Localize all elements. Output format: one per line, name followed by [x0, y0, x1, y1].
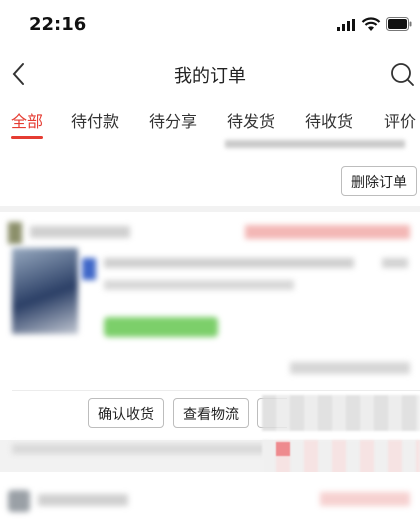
shop-name-blurred[interactable]: [38, 494, 128, 506]
tab-pending-payment[interactable]: 待付款: [71, 108, 119, 132]
product-badge: [82, 258, 96, 280]
chevron-left-icon[interactable]: [10, 62, 28, 86]
product-price-blurred: [382, 258, 408, 268]
active-tab-indicator: [11, 136, 43, 139]
tab-review[interactable]: 评价: [384, 108, 416, 132]
shop-avatar: [8, 222, 22, 244]
search-icon[interactable]: [390, 62, 414, 86]
order-summary-blurred: [225, 140, 405, 148]
shop-avatar: [8, 490, 30, 512]
wifi-icon: [361, 17, 381, 31]
product-image[interactable]: [12, 248, 78, 334]
product-title-blurred[interactable]: [104, 258, 354, 268]
order-status-blurred: [245, 225, 410, 239]
delete-order-button[interactable]: 删除订单: [341, 166, 417, 196]
order-total-blurred: [290, 362, 410, 374]
signal-icon: [337, 19, 355, 31]
divider: [12, 390, 420, 391]
tab-pending-share[interactable]: 待分享: [149, 108, 197, 132]
mosaic-overlay: [276, 442, 290, 456]
shop-name-blurred[interactable]: [30, 226, 130, 238]
battery-icon: [386, 17, 412, 31]
view-logistics-button[interactable]: 查看物流: [173, 398, 249, 428]
order-status-blurred: [320, 492, 410, 506]
tab-pending-receipt[interactable]: 待收货: [305, 108, 353, 132]
status-time: 22:16: [29, 14, 87, 35]
product-tag-blurred: [104, 317, 218, 337]
product-title-blurred[interactable]: [104, 280, 294, 290]
order-note-blurred: [12, 444, 272, 454]
mosaic-overlay: [262, 395, 420, 431]
tab-pending-shipment[interactable]: 待发货: [227, 108, 275, 132]
order-tabs: [0, 98, 420, 140]
tab-all[interactable]: 全部: [11, 108, 43, 132]
page-title: 我的订单: [174, 66, 246, 87]
confirm-receipt-button[interactable]: 确认收货: [88, 398, 164, 428]
